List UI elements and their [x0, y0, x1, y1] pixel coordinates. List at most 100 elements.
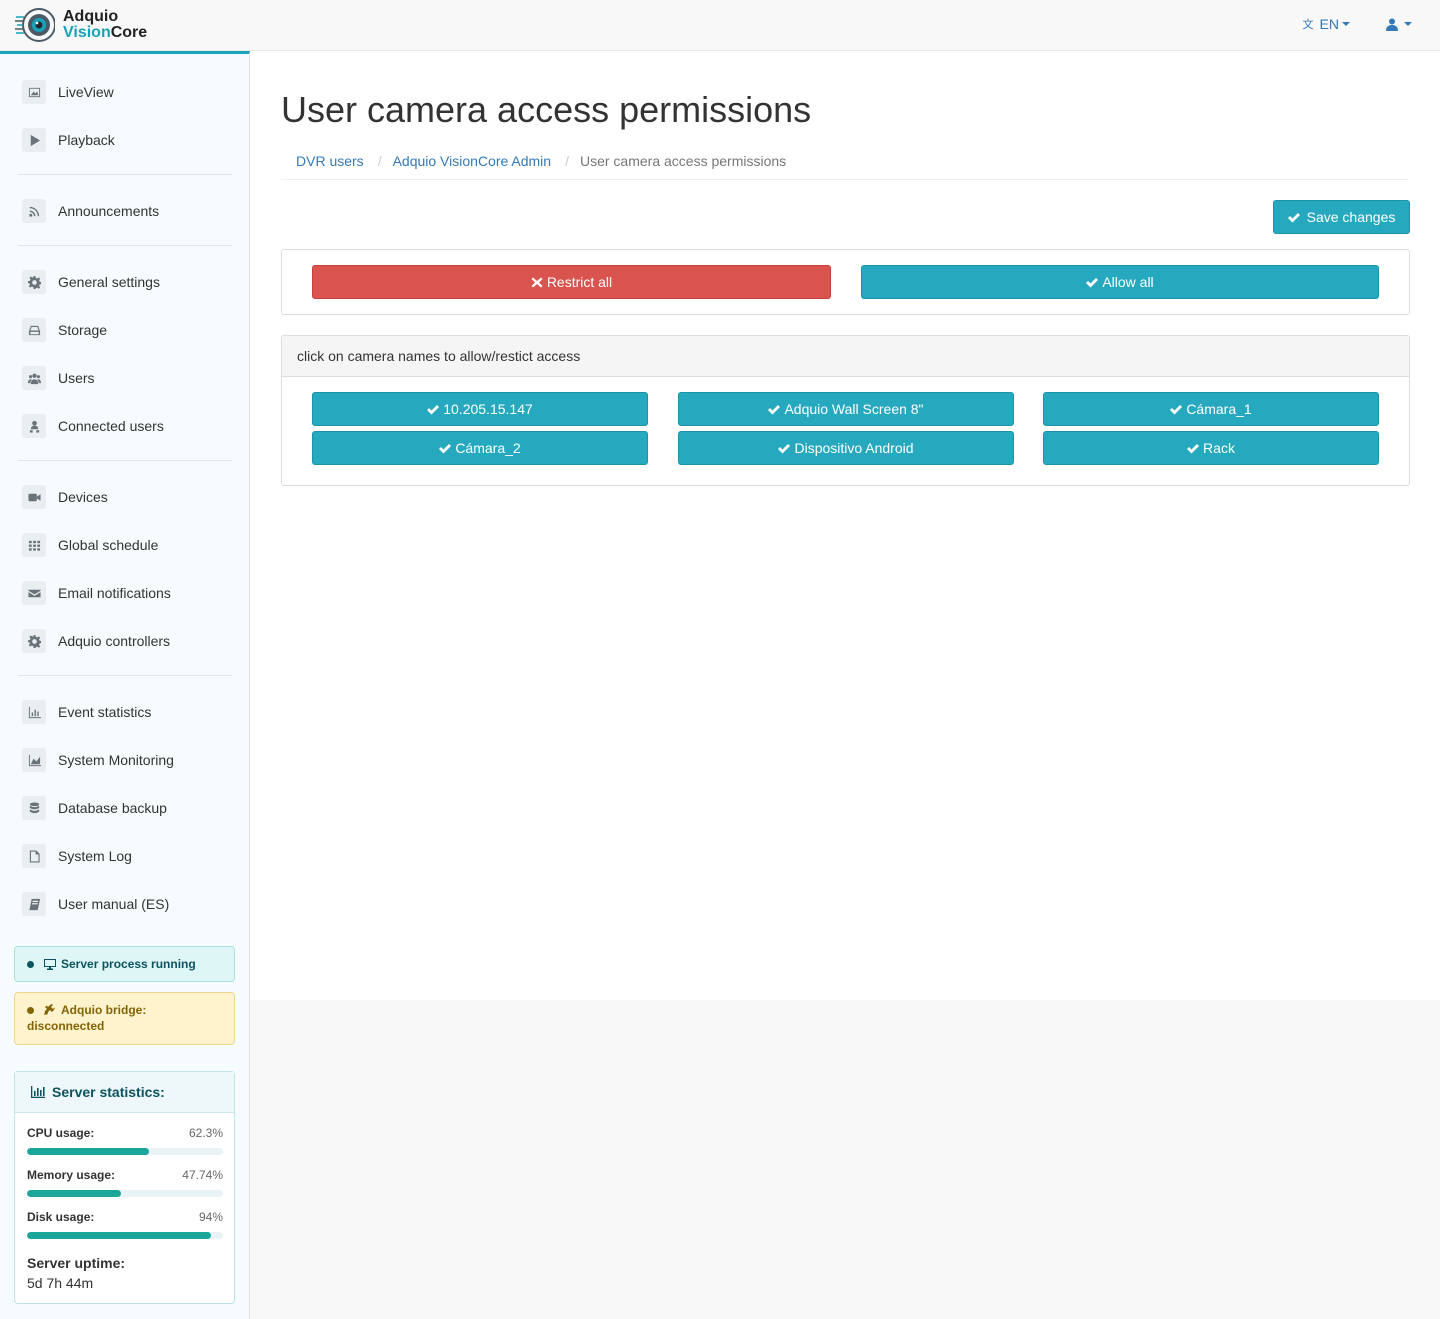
disk-usage-progress — [27, 1232, 223, 1239]
sidebar-item-announcements[interactable]: Announcements — [18, 193, 232, 229]
breadcrumb-separator: / — [565, 152, 569, 169]
sidebar-divider — [18, 675, 232, 676]
server-statistics-panel: Server statistics: CPU usage: 62.3% Memo… — [14, 1071, 235, 1304]
user-dropdown[interactable] — [1386, 18, 1412, 31]
sidebar-item-label: LiveView — [58, 84, 114, 100]
page-title: User camera access permissions — [281, 89, 812, 130]
sidebar-item-label: Email notifications — [58, 585, 171, 601]
check-icon — [439, 443, 452, 453]
gear-icon — [22, 629, 46, 653]
breadcrumb-admin[interactable]: Adquio VisionCore Admin — [393, 153, 552, 169]
camera-name: Dispositivo Android — [794, 440, 914, 456]
breadcrumb-dvr-users[interactable]: DVR users — [296, 153, 364, 169]
video-camera-icon — [22, 485, 46, 509]
sidebar-item-label: System Monitoring — [58, 752, 174, 768]
plug-icon — [44, 1004, 55, 1015]
sidebar-item-label: General settings — [58, 274, 160, 290]
caret-down-icon — [1342, 22, 1350, 26]
camera-name: Rack — [1203, 440, 1235, 456]
memory-usage-progress-fill — [27, 1190, 121, 1197]
sidebar-item-user-manual[interactable]: User manual (ES) — [18, 886, 232, 922]
user-icon — [1386, 18, 1398, 31]
caret-down-icon — [1404, 22, 1412, 26]
camera-name: 10.205.15.147 — [443, 401, 533, 417]
brand-logo-link[interactable]: Adquio VisionCore — [15, 6, 147, 44]
check-icon — [1170, 404, 1183, 414]
breadcrumb: DVR users / Adquio VisionCore Admin / Us… — [281, 142, 1409, 180]
translate-icon: 文 — [1302, 19, 1314, 31]
language-dropdown[interactable]: 文 EN — [1303, 16, 1350, 32]
users-icon — [22, 366, 46, 390]
sidebar-item-general-settings[interactable]: General settings — [18, 264, 232, 300]
sidebar-item-database-backup[interactable]: Database backup — [18, 790, 232, 826]
camera-toggle-button[interactable]: Cámara_2 — [312, 431, 648, 465]
breadcrumb-current: User camera access permissions — [579, 152, 787, 169]
language-label: EN — [1319, 16, 1339, 32]
sidebar-item-system-monitoring[interactable]: System Monitoring — [18, 742, 232, 778]
sidebar-item-label: System Log — [58, 848, 132, 864]
times-icon — [531, 277, 543, 287]
sidebar-item-connected-users[interactable]: Connected users — [18, 408, 232, 444]
envelope-icon — [22, 581, 46, 605]
sidebar-item-devices[interactable]: Devices — [18, 479, 232, 515]
sidebar-item-system-log[interactable]: System Log — [18, 838, 232, 874]
cpu-usage-label: CPU usage: — [27, 1126, 95, 1140]
sidebar-item-playback[interactable]: Playback — [18, 122, 232, 158]
cpu-usage-value: 62.3% — [188, 1126, 223, 1140]
sidebar-item-label: Event statistics — [58, 704, 152, 720]
server-uptime: Server uptime: 5d 7h 44m — [27, 1253, 125, 1293]
sidebar-item-users[interactable]: Users — [18, 360, 232, 396]
database-icon — [22, 796, 46, 820]
save-changes-label: Save changes — [1306, 209, 1396, 225]
bulk-actions-panel: Restrict all Allow all — [281, 249, 1410, 315]
hdd-icon — [22, 318, 46, 342]
sidebar-item-label: Users — [58, 370, 95, 386]
camera-name: Cámara_1 — [1186, 401, 1252, 417]
sidebar-item-email-notifications[interactable]: Email notifications — [18, 575, 232, 611]
sidebar-item-label: Announcements — [58, 203, 160, 219]
check-icon — [768, 404, 781, 414]
camera-permissions-panel: click on camera names to allow/restict a… — [281, 335, 1410, 486]
camera-toggle-button[interactable]: Cámara_1 — [1043, 392, 1379, 426]
cpu-usage-progress-fill — [27, 1148, 150, 1155]
main-content: User camera access permissions DVR users… — [250, 51, 1440, 1000]
cpu-usage-row: CPU usage: 62.3% — [27, 1126, 223, 1155]
sidebar-item-label: Devices — [58, 489, 108, 505]
camera-toggle-button[interactable]: 10.205.15.147 — [312, 392, 648, 426]
memory-usage-progress — [27, 1190, 223, 1197]
file-icon — [22, 844, 46, 868]
sidebar-divider — [18, 174, 232, 175]
restrict-all-button[interactable]: Restrict all — [312, 265, 831, 299]
check-icon — [1187, 443, 1200, 453]
sidebar-item-storage[interactable]: Storage — [18, 312, 232, 348]
top-navbar: Adquio VisionCore 文 EN — [0, 0, 1440, 51]
sidebar-item-event-statistics[interactable]: Event statistics — [18, 694, 232, 730]
sidebar-item-label: User manual (ES) — [58, 896, 170, 912]
sidebar-item-label: Global schedule — [58, 537, 159, 553]
restrict-all-label: Restrict all — [546, 274, 613, 290]
disk-usage-label: Disk usage: — [27, 1210, 95, 1224]
sidebar-item-global-schedule[interactable]: Global schedule — [18, 527, 232, 563]
disk-usage-row: Disk usage: 94% — [27, 1210, 223, 1239]
memory-usage-label: Memory usage: — [27, 1168, 116, 1182]
rss-icon — [22, 199, 46, 223]
grid-icon — [22, 533, 46, 557]
camera-panel-heading: click on camera names to allow/restict a… — [282, 336, 1409, 377]
server-status-text: Server process running — [61, 957, 196, 971]
camera-toggle-button[interactable]: Adquio Wall Screen 8" — [678, 392, 1014, 426]
brand-name-line1: Adquio — [63, 8, 119, 25]
allow-all-button[interactable]: Allow all — [861, 265, 1379, 299]
save-changes-button[interactable]: Save changes — [1273, 200, 1410, 234]
sidebar-item-liveview[interactable]: LiveView — [18, 74, 232, 110]
sidebar-item-label: Database backup — [58, 800, 167, 816]
server-status-alert: Server process running — [14, 946, 235, 982]
uptime-value: 5d 7h 44m — [27, 1275, 94, 1291]
uptime-label: Server uptime: — [27, 1255, 126, 1271]
play-icon — [22, 128, 46, 152]
camera-toggle-button[interactable]: Dispositivo Android — [678, 431, 1014, 465]
sidebar-item-adquio-controllers[interactable]: Adquio controllers — [18, 623, 232, 659]
camera-name: Adquio Wall Screen 8" — [784, 401, 924, 417]
stats-title: Server statistics: — [52, 1084, 165, 1100]
camera-toggle-button[interactable]: Rack — [1043, 431, 1379, 465]
check-icon — [778, 443, 791, 453]
